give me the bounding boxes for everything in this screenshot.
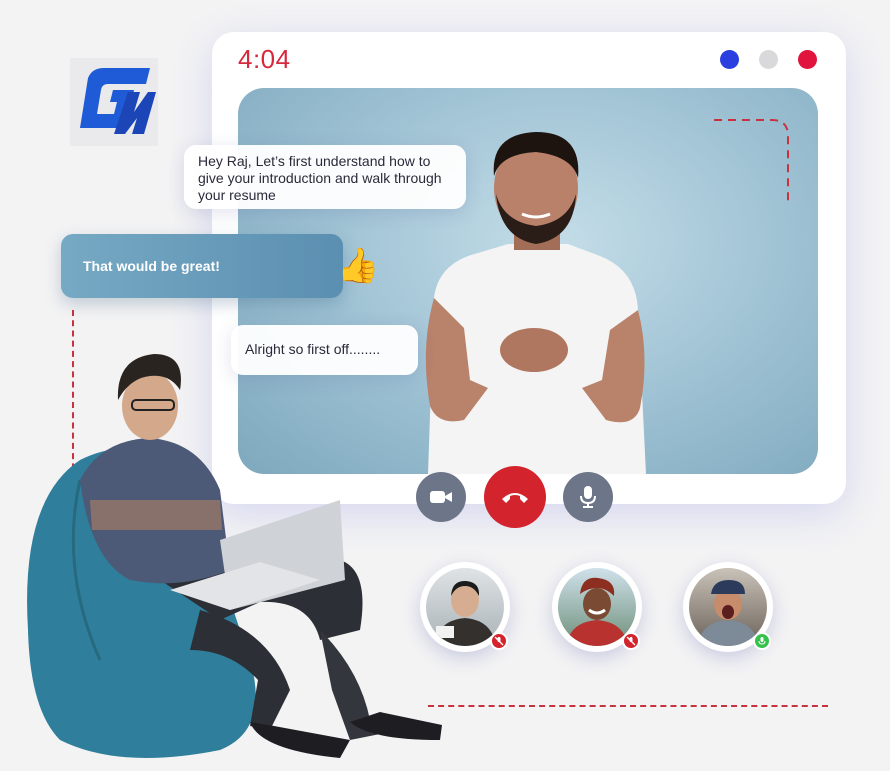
muted-mic-icon	[490, 632, 508, 650]
host-message-bubble: Hey Raj, Let’s first understand how to g…	[184, 145, 466, 209]
thumbs-up-icon: 👍	[337, 247, 380, 285]
microphone-icon	[580, 486, 596, 508]
end-call-button[interactable]	[484, 466, 546, 528]
participant-3-avatar[interactable]	[683, 562, 773, 652]
blue-dot	[720, 50, 739, 69]
active-mic-icon	[753, 632, 771, 650]
call-timer: 4:04	[238, 44, 291, 74]
brand-logo	[70, 58, 158, 146]
participant-2-avatar[interactable]	[552, 562, 642, 652]
dashed-line-bottom	[428, 705, 828, 707]
student-with-laptop-image	[27, 354, 442, 758]
user-message-text: That would be great!	[83, 258, 220, 274]
red-dot	[798, 50, 817, 69]
microphone-button[interactable]	[563, 472, 613, 522]
user-message-bubble: That would be great! 👍	[61, 234, 379, 298]
muted-mic-icon	[622, 632, 640, 650]
host-message-text: Hey Raj, Let’s first understand how to g…	[198, 153, 442, 203]
phone-hangup-icon	[502, 493, 528, 503]
gray-dot	[759, 50, 778, 69]
dashed-bracket	[714, 119, 789, 204]
